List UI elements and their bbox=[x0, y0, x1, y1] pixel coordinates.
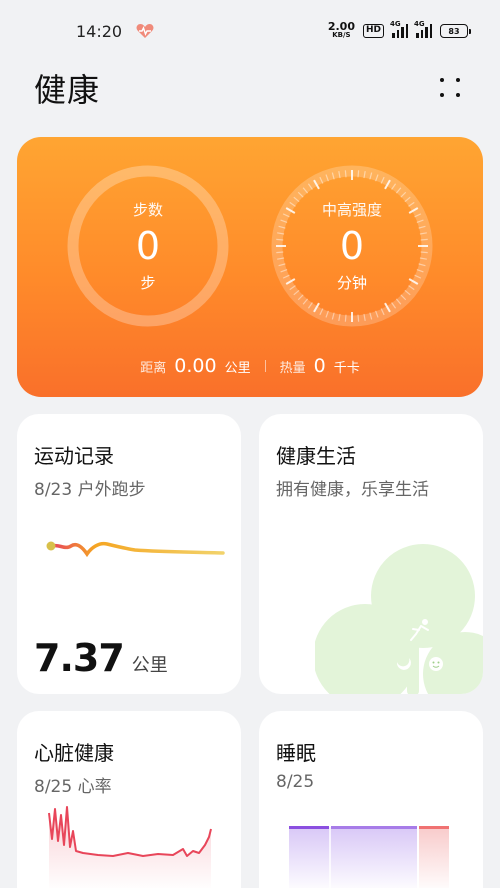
status-bar: 14:20 2.00 KB/S HD 4G 4G 83 bbox=[0, 0, 500, 62]
smile-face-icon bbox=[429, 657, 443, 671]
sleep-stage-chart bbox=[289, 826, 449, 888]
calories-value: 0 bbox=[313, 355, 326, 377]
status-time: 14:20 bbox=[76, 21, 123, 41]
healthy-lifestyle-card[interactable]: 健康生活 拥有健康，乐享生活 bbox=[259, 414, 483, 694]
distance-value: 0.00 bbox=[174, 355, 217, 377]
sleep-card-subtitle: 8/25 bbox=[276, 772, 315, 792]
exercise-distance-value: 7.37 bbox=[34, 636, 125, 680]
battery-icon: 83 bbox=[440, 24, 471, 38]
route-start-marker bbox=[46, 541, 56, 551]
exercise-distance: 7.37 公里 bbox=[34, 636, 168, 680]
exercise-card-subtitle: 8/23 户外跑步 bbox=[34, 480, 146, 500]
network-speed: 2.00 KB/S bbox=[327, 20, 355, 39]
sleep-card-title: 睡眠 bbox=[276, 741, 316, 765]
signal-sim1-icon: 4G bbox=[390, 20, 408, 38]
steps-unit: 步 bbox=[140, 274, 156, 292]
intensity-value: 0 bbox=[339, 224, 365, 268]
intensity-ring[interactable]: 中高强度 0 分钟 bbox=[267, 161, 437, 331]
steps-value: 0 bbox=[135, 224, 161, 268]
distance-label: 距离 bbox=[140, 361, 167, 376]
sleep-card[interactable]: 睡眠 8/25 bbox=[259, 711, 483, 888]
distance-unit: 公里 bbox=[224, 361, 251, 376]
exercise-distance-unit: 公里 bbox=[131, 655, 168, 676]
lifestyle-card-subtitle: 拥有健康，乐享生活 bbox=[276, 480, 429, 500]
more-menu-icon[interactable] bbox=[436, 73, 466, 103]
heart-rate-sparkline bbox=[48, 806, 212, 888]
running-route-graphic bbox=[46, 541, 225, 558]
app-header: 健康 bbox=[34, 64, 466, 112]
exercise-record-card[interactable]: 运动记录 8/23 户外跑步 7.37 公里 bbox=[17, 414, 241, 694]
heart-card-title: 心脏健康 bbox=[34, 741, 114, 765]
stats-divider bbox=[264, 360, 266, 372]
intensity-label: 中高强度 bbox=[321, 201, 382, 219]
activity-stats-row: 距离 0.00 公里 热量 0 千卡 bbox=[17, 355, 483, 377]
lifestyle-card-title: 健康生活 bbox=[276, 444, 356, 468]
hd-voice-icon: HD bbox=[362, 24, 384, 38]
steps-label: 步数 bbox=[132, 201, 163, 219]
heart-rate-icon bbox=[136, 24, 154, 38]
heart-health-card[interactable]: 心脏健康 8/25 心率 bbox=[17, 711, 241, 888]
clover-illustration bbox=[315, 544, 483, 694]
steps-ring[interactable]: 步数 0 步 bbox=[63, 161, 233, 331]
page-title: 健康 bbox=[34, 71, 101, 109]
heart-card-subtitle: 8/25 心率 bbox=[34, 777, 112, 797]
calories-unit: 千卡 bbox=[333, 361, 360, 376]
exercise-card-title: 运动记录 bbox=[34, 444, 114, 468]
intensity-unit: 分钟 bbox=[336, 274, 367, 292]
activity-summary-card[interactable]: 步数 0 步 中高强度 0 分钟 距离 0.00 公里 热量 0 千卡 bbox=[17, 137, 483, 397]
calories-label: 热量 bbox=[279, 361, 306, 376]
signal-sim2-icon: 4G bbox=[414, 20, 432, 38]
